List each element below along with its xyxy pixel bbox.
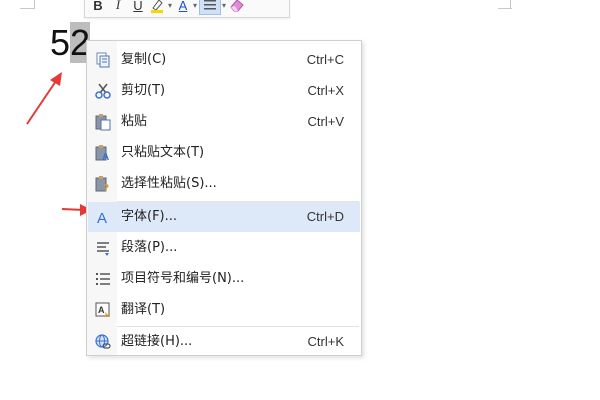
menu-item-label: 复制(C) <box>121 52 167 67</box>
svg-text:?: ? <box>103 183 109 193</box>
menu-item-label: 项目符号和编号(N)... <box>121 271 245 286</box>
menu-item-hyperlink[interactable]: 超链接(H)... Ctrl+K <box>88 327 360 357</box>
arrow-to-selection <box>26 72 62 125</box>
menu-item-label: 字体(F)... <box>121 209 178 224</box>
menu-item-shortcut: Ctrl+C <box>306 52 344 67</box>
menu-item-label: 只粘贴文本(T) <box>121 145 205 160</box>
paste-text-icon: A <box>95 145 109 162</box>
menu-item-shortcut: Ctrl+K <box>307 334 344 349</box>
menu-item-label: 翻译(T) <box>121 302 166 317</box>
menu-item-shortcut: Ctrl+V <box>307 114 344 129</box>
menu-item-paste-text-only[interactable]: A 只粘贴文本(T) <box>88 138 360 168</box>
menu-item-cut[interactable]: 剪切(T) Ctrl+X <box>88 76 360 106</box>
menu-item-label: 段落(P)... <box>121 240 178 255</box>
menu-item-paste[interactable]: 粘贴 Ctrl+V <box>88 107 360 137</box>
menu-item-label: 粘贴 <box>121 114 148 129</box>
hyperlink-icon <box>95 334 111 349</box>
menu-item-label: 超链接(H)... <box>121 334 193 349</box>
menu-item-paragraph[interactable]: 段落(P)... <box>88 233 360 263</box>
list-bullets-icon <box>96 273 110 285</box>
copy-icon <box>96 52 110 68</box>
menu-item-shortcut: Ctrl+D <box>306 209 344 224</box>
menu-item-paste-special[interactable]: ? 选择性粘贴(S)... <box>88 169 360 199</box>
menu-item-copy[interactable]: 复制(C) Ctrl+C <box>88 45 360 75</box>
paragraph-icon <box>97 242 109 256</box>
scissors-icon <box>95 83 111 99</box>
paste-icon <box>95 114 111 131</box>
menu-item-font[interactable]: A 字体(F)... Ctrl+D <box>88 202 360 232</box>
menu-item-shortcut: Ctrl+X <box>307 83 344 98</box>
menu-item-translate[interactable]: A 翻译(T) <box>88 295 360 325</box>
font-icon: A <box>97 210 107 226</box>
svg-text:A: A <box>102 152 109 162</box>
svg-text:A: A <box>98 305 105 315</box>
svg-text:A: A <box>97 210 107 226</box>
menu-item-label: 剪切(T) <box>121 83 166 98</box>
context-menu: 复制(C) Ctrl+C 剪切(T) Ctrl+X 粘贴 Ctrl+V A 只粘… <box>86 40 362 356</box>
paste-special-icon: ? <box>95 176 109 193</box>
menu-item-bullets-numbering[interactable]: 项目符号和编号(N)... <box>88 264 360 294</box>
translate-icon: A <box>95 302 110 317</box>
menu-item-label: 选择性粘贴(S)... <box>121 176 217 191</box>
